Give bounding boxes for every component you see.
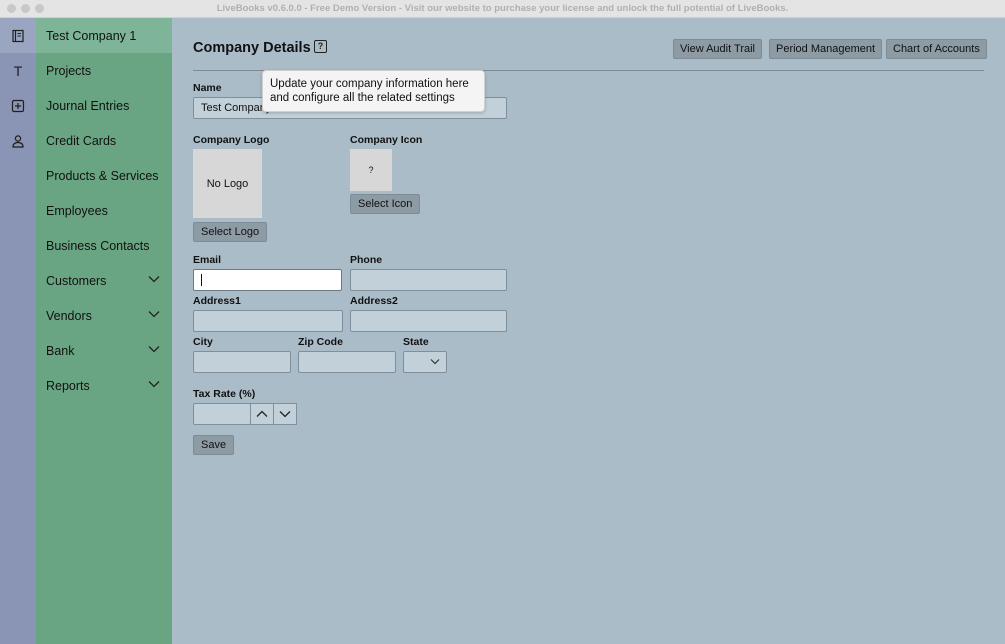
address2-label: Address2 xyxy=(350,295,398,307)
tax-rate-increment-button[interactable] xyxy=(250,403,274,425)
sidebar-item-label: Reports xyxy=(46,378,90,393)
tax-rate-decrement-button[interactable] xyxy=(273,403,297,425)
add-icon xyxy=(11,99,25,112)
company-rail: T xyxy=(0,18,36,644)
chevron-down-icon xyxy=(148,276,160,283)
book-icon xyxy=(12,29,24,42)
sidebar-item-credit-cards[interactable]: Credit Cards xyxy=(36,123,172,158)
sidebar: Test Company 1 Projects Journal Entries … xyxy=(36,18,172,644)
sidebar-item-journal-entries[interactable]: Journal Entries xyxy=(36,88,172,123)
state-label: State xyxy=(403,336,429,348)
icon-placeholder-text: ? xyxy=(368,165,374,175)
email-label: Email xyxy=(193,254,222,266)
tax-rate-label: Tax Rate (%) xyxy=(193,388,256,400)
rail-item-books[interactable] xyxy=(0,18,36,53)
sidebar-item-projects[interactable]: Projects xyxy=(36,53,172,88)
company-logo-label: Company Logo xyxy=(193,134,270,146)
tax-rate-field[interactable] xyxy=(193,403,251,425)
sidebar-item-vendors[interactable]: Vendors xyxy=(36,298,172,333)
sidebar-item-label: Credit Cards xyxy=(46,133,117,148)
help-tooltip: Update your company information here and… xyxy=(262,70,485,112)
title-bar: LiveBooks v0.6.0.0 - Free Demo Version -… xyxy=(0,0,1005,18)
chevron-down-icon xyxy=(148,381,160,388)
city-label: City xyxy=(193,336,213,348)
tooltip-line-1: Update your company information here xyxy=(270,78,469,90)
rail-item-company-t[interactable]: T xyxy=(0,53,36,88)
zip-code-label: Zip Code xyxy=(298,336,343,348)
sidebar-item-label: Vendors xyxy=(46,308,92,323)
email-field[interactable] xyxy=(193,269,342,291)
company-icon-label: Company Icon xyxy=(350,134,423,146)
state-select[interactable] xyxy=(403,351,447,373)
city-field[interactable] xyxy=(193,351,291,373)
sidebar-item-employees[interactable]: Employees xyxy=(36,193,172,228)
sidebar-item-bank[interactable]: Bank xyxy=(36,333,172,368)
help-icon[interactable]: ? xyxy=(314,40,327,53)
address1-label: Address1 xyxy=(193,295,241,307)
sidebar-item-label: Customers xyxy=(46,273,107,288)
zip-code-field[interactable] xyxy=(298,351,396,373)
select-icon-button[interactable]: Select Icon xyxy=(350,194,421,214)
sidebar-item-label: Journal Entries xyxy=(46,98,130,113)
window-title: LiveBooks v0.6.0.0 - Free Demo Version -… xyxy=(216,3,789,14)
sidebar-item-label: Test Company 1 xyxy=(46,28,137,43)
view-audit-trail-button[interactable]: View Audit Trail xyxy=(673,39,763,59)
chevron-down-icon xyxy=(148,346,160,353)
name-label: Name xyxy=(193,82,222,94)
company-logo-preview: No Logo xyxy=(193,149,262,218)
sidebar-item-company[interactable]: Test Company 1 xyxy=(36,18,172,53)
chevron-down-icon xyxy=(279,411,291,418)
company-letter: T xyxy=(13,62,23,79)
chart-of-accounts-button[interactable]: Chart of Accounts xyxy=(886,39,987,59)
sidebar-item-label: Bank xyxy=(46,343,75,358)
company-icon-preview: ? xyxy=(350,149,392,191)
chevron-up-icon xyxy=(256,410,268,417)
rail-item-add-company[interactable] xyxy=(0,88,36,123)
save-button[interactable]: Save xyxy=(193,435,235,455)
sidebar-item-products-services[interactable]: Products & Services xyxy=(36,158,172,193)
phone-field[interactable] xyxy=(350,269,507,291)
address2-field[interactable] xyxy=(350,310,507,332)
sidebar-item-customers[interactable]: Customers xyxy=(36,263,172,298)
chevron-down-icon xyxy=(430,359,440,365)
no-logo-text: No Logo xyxy=(206,177,249,190)
sidebar-item-label: Products & Services xyxy=(46,168,159,183)
sidebar-item-label: Employees xyxy=(46,203,108,218)
address1-field[interactable] xyxy=(193,310,343,332)
rail-item-user[interactable] xyxy=(0,123,36,158)
tooltip-line-2: and configure all the related settings xyxy=(270,92,455,104)
sidebar-item-business-contacts[interactable]: Business Contacts xyxy=(36,228,172,263)
page-title: Company Details xyxy=(193,40,311,56)
user-icon xyxy=(12,134,24,148)
text-caret xyxy=(201,274,202,286)
sidebar-item-label: Business Contacts xyxy=(46,238,150,253)
sidebar-item-label: Projects xyxy=(46,63,92,78)
period-management-button[interactable]: Period Management xyxy=(769,39,883,59)
sidebar-item-reports[interactable]: Reports xyxy=(36,368,172,403)
chevron-down-icon xyxy=(148,311,160,318)
phone-label: Phone xyxy=(350,254,383,266)
select-logo-button[interactable]: Select Logo xyxy=(193,222,268,242)
